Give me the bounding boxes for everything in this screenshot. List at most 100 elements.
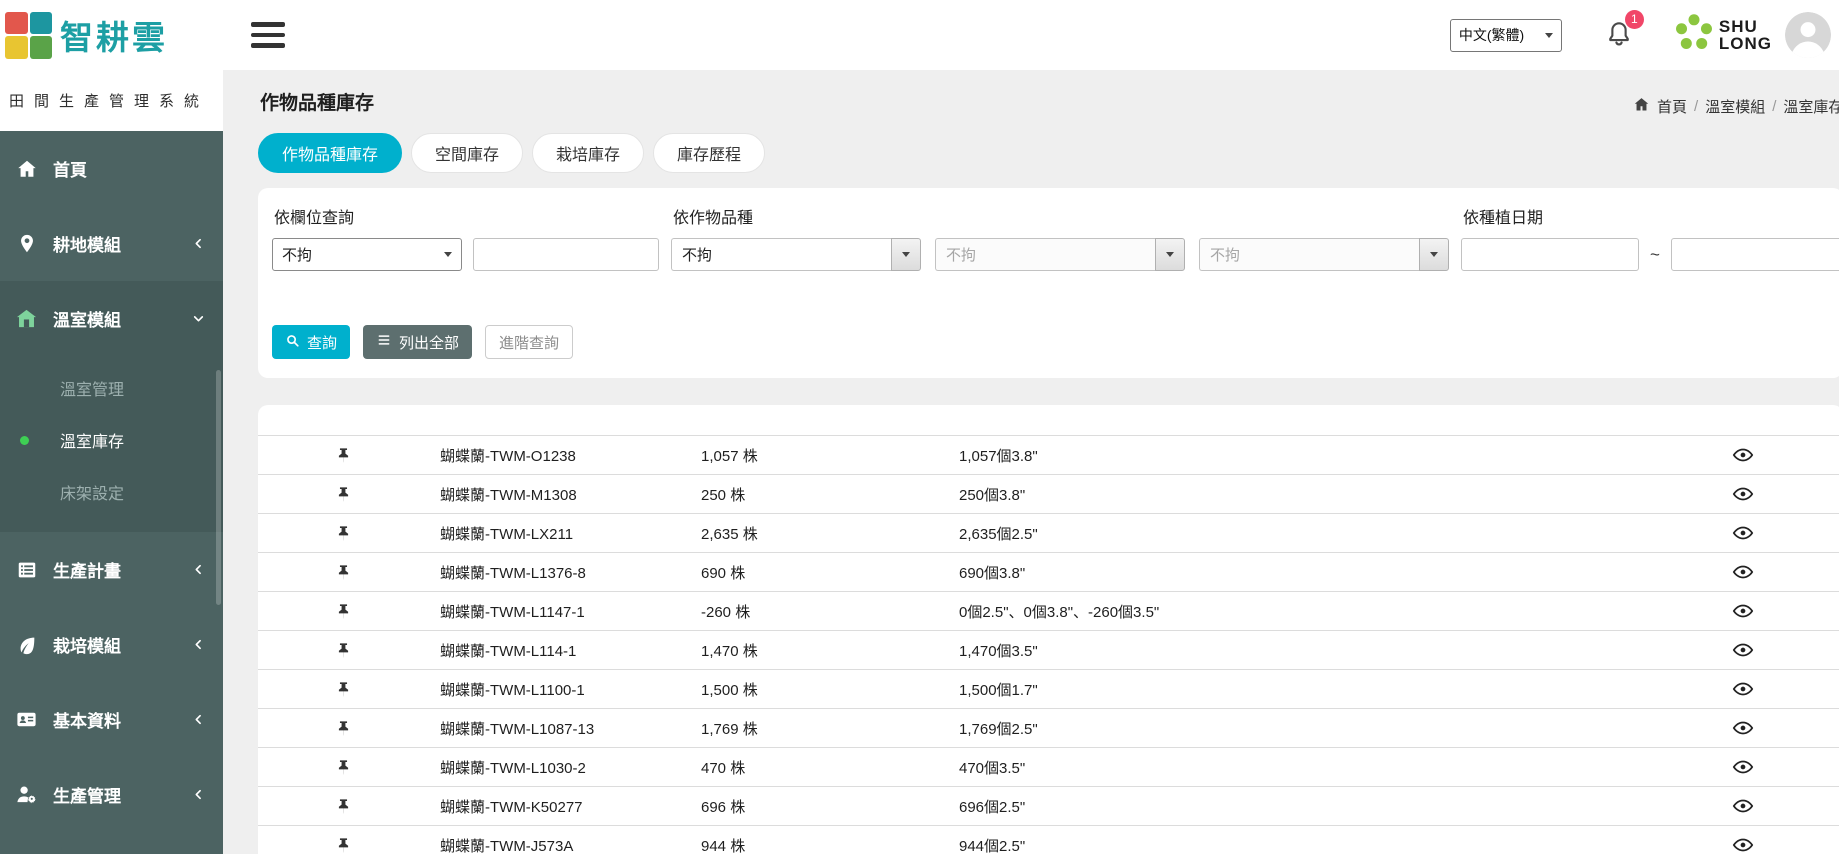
sidebar-subitem-greenhouse-inventory[interactable]: 溫室庫存 [0, 414, 223, 466]
variety-name: 蝴蝶蘭-TWM-J573A [428, 835, 689, 854]
advanced-search-button[interactable]: 進階查詢 [485, 325, 573, 359]
sidebar-scrollbar[interactable] [216, 370, 221, 605]
pin-icon[interactable] [333, 679, 354, 700]
pin-icon[interactable] [333, 835, 354, 854]
view-details-eye-icon[interactable] [1730, 481, 1756, 507]
breadcrumb-separator: / [1694, 98, 1698, 115]
sidebar-item-home[interactable]: 首頁 [0, 131, 223, 206]
view-details-eye-icon[interactable] [1730, 676, 1756, 702]
chevron-left-icon [192, 713, 205, 726]
dropdown-arrow-button[interactable] [1155, 238, 1185, 271]
dropdown-arrow-button[interactable] [891, 238, 921, 271]
flower-icon [1672, 11, 1716, 60]
pin-icon[interactable] [333, 484, 354, 505]
user-avatar[interactable] [1785, 12, 1831, 58]
sidebar-item-greenhouse[interactable]: 溫室模組 [0, 281, 223, 356]
view-details-eye-icon[interactable] [1730, 520, 1756, 546]
sidebar-item-label: 生產計畫 [53, 557, 179, 582]
table-row: 蝴蝶蘭-TWM-K50277 696 株 696個2.5" [258, 786, 1839, 825]
variety-name: 蝴蝶蘭-TWM-L1147-1 [428, 601, 689, 622]
view-details-eye-icon[interactable] [1730, 442, 1756, 468]
stock-quantity: 1,057 株 [689, 445, 947, 466]
size-breakdown: 1,057個3.8" [947, 445, 1643, 466]
app-title: 智耕雲 [60, 11, 168, 59]
size-breakdown: 696個2.5" [947, 796, 1643, 817]
greenhouse-submenu: 溫室管理 溫室庫存 床架設定 [0, 356, 223, 532]
caret-down-icon [444, 252, 452, 257]
plant-date-to-input[interactable] [1671, 238, 1839, 271]
breadcrumb-module[interactable]: 溫室模組 [1705, 96, 1765, 117]
tab-crop-variety-inventory[interactable]: 作物品種庫存 [258, 133, 402, 173]
inventory-tabs: 作物品種庫存 空間庫存 栽培庫存 庫存歷程 [258, 133, 1839, 173]
field-value-input[interactable] [473, 238, 659, 271]
sidebar-item-cultivation[interactable]: 栽培模組 [0, 607, 223, 682]
pin-icon[interactable] [333, 757, 354, 778]
pin-icon[interactable] [333, 445, 354, 466]
view-details-eye-icon[interactable] [1730, 793, 1756, 819]
filter-label: 依作物品種 [673, 204, 1449, 228]
view-details-eye-icon[interactable] [1730, 832, 1756, 854]
tab-space-inventory[interactable]: 空間庫存 [411, 133, 523, 173]
variety-select-3[interactable]: 不拘 [1199, 238, 1449, 271]
variety-name: 蝴蝶蘭-TWM-L1100-1 [428, 679, 689, 700]
view-details-eye-icon[interactable] [1730, 637, 1756, 663]
tab-cultivation-inventory[interactable]: 栽培庫存 [532, 133, 644, 173]
field-select-value: 不拘 [282, 244, 312, 265]
sidebar-item-production-plan[interactable]: 生產計畫 [0, 532, 223, 607]
size-breakdown: 0個2.5"、0個3.8"、-260個3.5" [947, 601, 1643, 622]
company-logo: SHU LONG [1672, 11, 1772, 60]
table-row: 蝴蝶蘭-TWM-O1238 1,057 株 1,057個3.8" [258, 435, 1839, 474]
variety-name: 蝴蝶蘭-TWM-L114-1 [428, 640, 689, 661]
sidebar-item-production-management[interactable]: 生產管理 [0, 757, 223, 832]
filter-group-field: 依欄位查詢 不拘 [272, 202, 659, 271]
stock-quantity: 944 株 [689, 835, 947, 854]
variety-name: 蝴蝶蘭-TWM-LX211 [428, 523, 689, 544]
list-all-button[interactable]: 列出全部 [363, 325, 472, 359]
language-select[interactable]: 中文(繁體) [1450, 19, 1562, 52]
notification-badge: 1 [1625, 10, 1644, 29]
pin-icon[interactable] [333, 796, 354, 817]
sidebar-item-label: 基本資料 [53, 707, 179, 732]
size-breakdown: 2,635個2.5" [947, 523, 1643, 544]
submenu-item-label: 溫室管理 [60, 376, 124, 400]
sidebar-nav: 首頁 耕地模組 [0, 131, 223, 832]
sidebar-item-label: 生產管理 [53, 782, 179, 807]
view-details-eye-icon[interactable] [1730, 754, 1756, 780]
variety-select-1[interactable]: 不拘 [671, 238, 921, 271]
variety-select-1-value: 不拘 [671, 238, 891, 271]
sidebar-subitem-greenhouse-management[interactable]: 溫室管理 [0, 362, 223, 414]
main-content: 作物品種庫存 首頁 / 溫室模組 / 溫室庫存 作物品種庫存 空間庫存 栽培庫存… [223, 70, 1839, 854]
search-button[interactable]: 查詢 [272, 325, 350, 359]
plant-date-from-input[interactable] [1461, 238, 1639, 271]
sidebar-item-basic-data[interactable]: 基本資料 [0, 682, 223, 757]
chevron-down-icon [192, 312, 205, 325]
pin-icon[interactable] [333, 718, 354, 739]
sidebar-subitem-bed-settings[interactable]: 床架設定 [0, 466, 223, 518]
field-select[interactable]: 不拘 [272, 238, 462, 271]
tab-inventory-history[interactable]: 庫存歷程 [653, 133, 765, 173]
dropdown-arrow-button[interactable] [1419, 238, 1449, 271]
sidebar-item-label: 首頁 [53, 156, 205, 181]
view-details-eye-icon[interactable] [1730, 598, 1756, 624]
view-details-eye-icon[interactable] [1730, 559, 1756, 585]
stock-quantity: 1,470 株 [689, 640, 947, 661]
filter-group-plant-date: 依種植日期 ~ [1461, 202, 1839, 271]
sidebar-item-farmland[interactable]: 耕地模組 [0, 206, 223, 281]
language-value: 中文(繁體) [1459, 25, 1524, 45]
stock-quantity: 1,769 株 [689, 718, 947, 739]
pin-icon[interactable] [333, 640, 354, 661]
filter-label: 依欄位查詢 [274, 204, 659, 228]
app-logo[interactable]: 智耕雲 [0, 11, 223, 59]
menu-toggle-button[interactable] [247, 18, 289, 52]
pin-icon[interactable] [333, 562, 354, 583]
breadcrumb-current: 溫室庫存 [1783, 96, 1839, 117]
notifications-button[interactable]: 1 [1604, 18, 1634, 53]
breadcrumb-home[interactable]: 首頁 [1657, 96, 1687, 117]
search-icon [285, 333, 300, 352]
pin-icon[interactable] [333, 601, 354, 622]
variety-name: 蝴蝶蘭-TWM-L1376-8 [428, 562, 689, 583]
pin-icon[interactable] [333, 523, 354, 544]
variety-select-2[interactable]: 不拘 [935, 238, 1185, 271]
view-details-eye-icon[interactable] [1730, 715, 1756, 741]
variety-name: 蝴蝶蘭-TWM-L1087-13 [428, 718, 689, 739]
